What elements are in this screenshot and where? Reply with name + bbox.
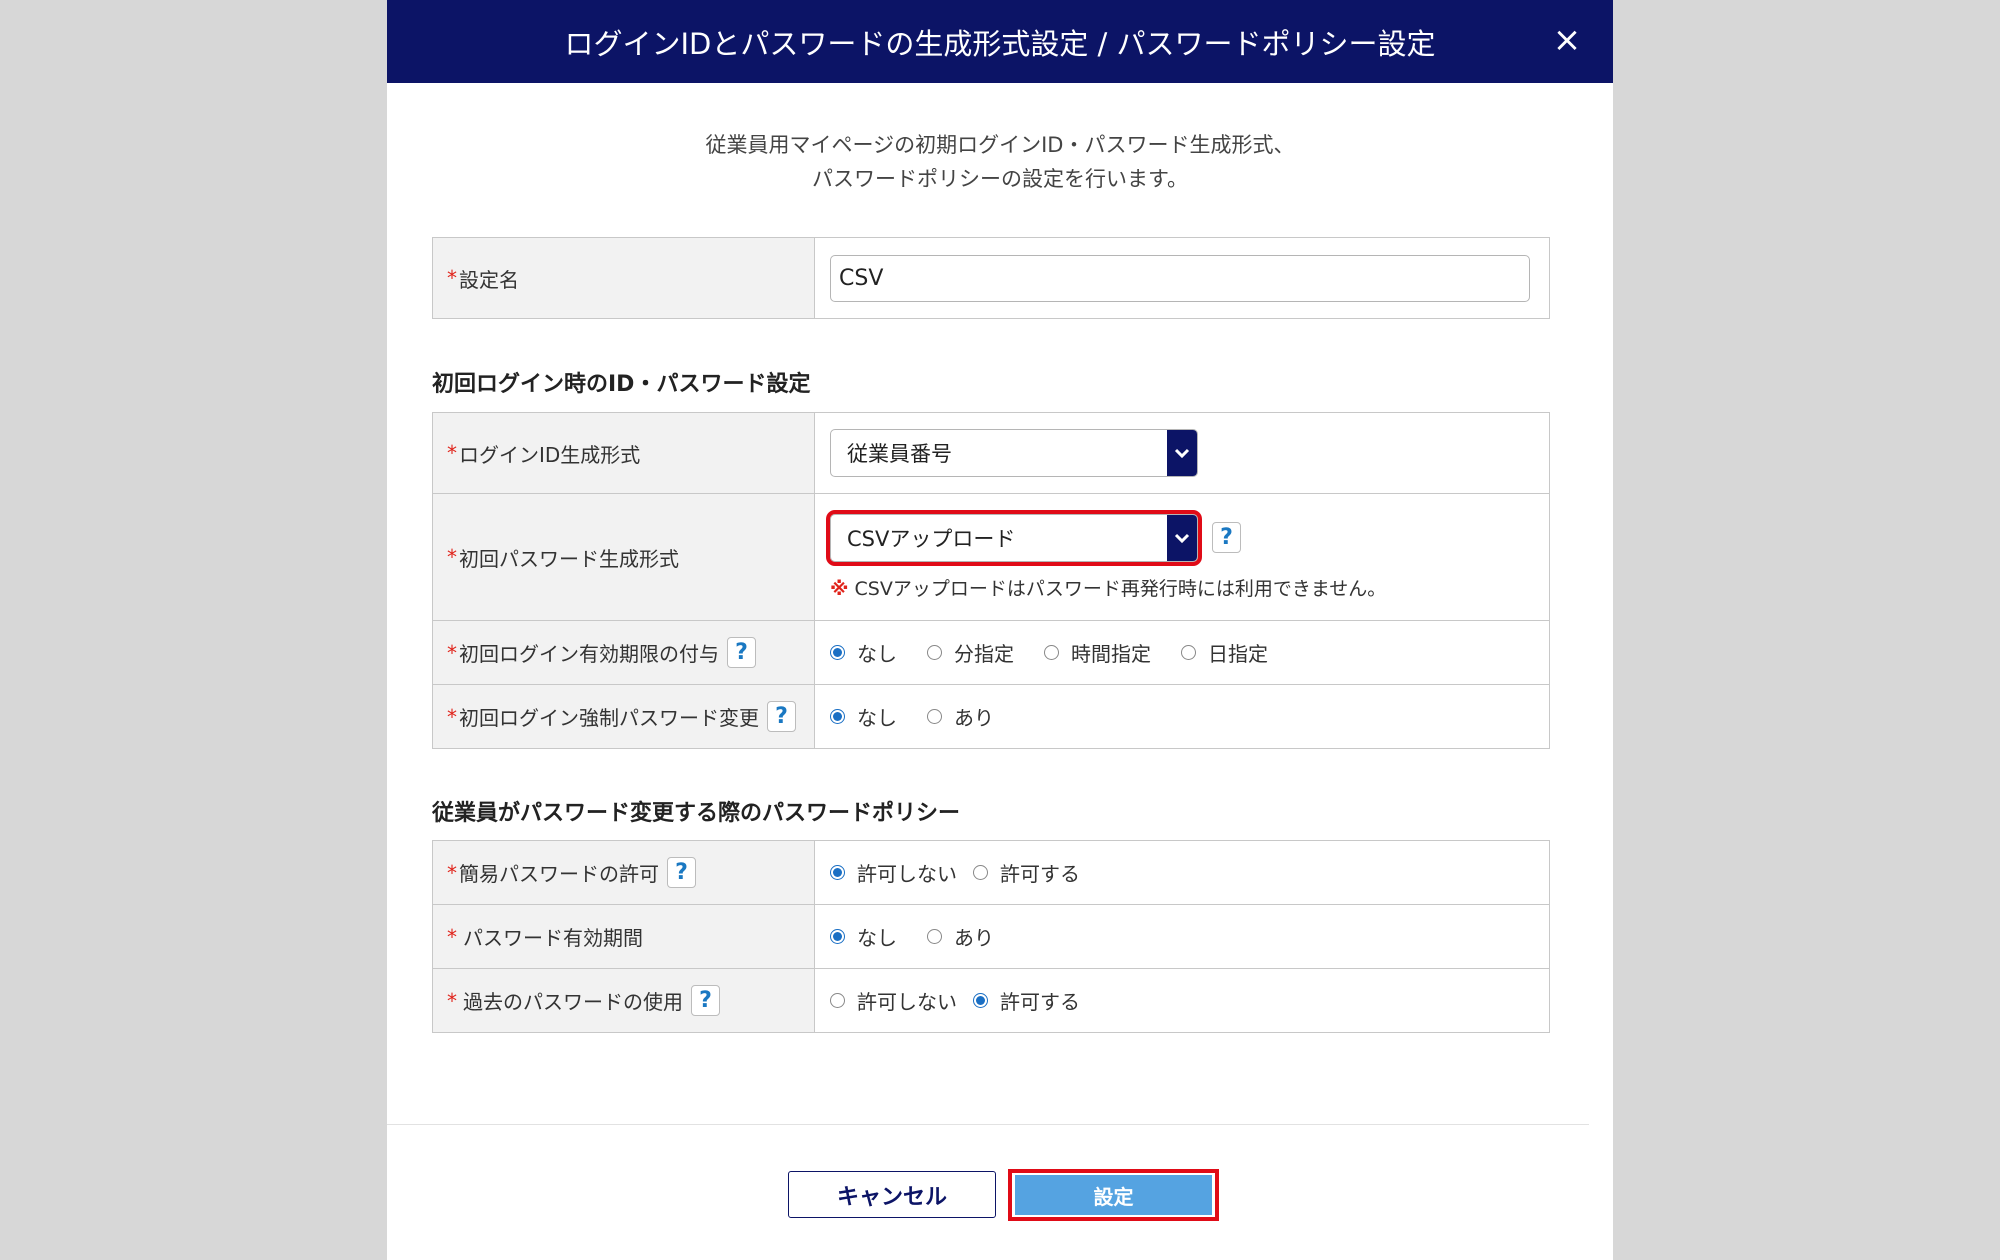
force-change-options: なし あり	[815, 685, 1549, 748]
force-change-row: * 初回ログイン強制パスワード変更 ? なし あり	[433, 684, 1549, 748]
intro-text: 従業員用マイページの初期ログインID・パスワード生成形式、 パスワードポリシーの…	[387, 128, 1613, 196]
login-expiry-label: * 初回ログイン有効期限の付与 ?	[433, 621, 815, 684]
past-password-row: * 過去のパスワードの使用 ? 許可しない 許可する	[433, 968, 1549, 1032]
modal-header: ログインIDとパスワードの生成形式設定 / パスワードポリシー設定 ×	[387, 0, 1613, 83]
radio-past-password-allow[interactable]: 許可する	[973, 986, 1080, 1015]
login-id-format-row: * ログインID生成形式 従業員番号	[433, 413, 1549, 493]
initial-password-format-label: * 初回パスワード生成形式	[433, 494, 815, 620]
close-icon[interactable]: ×	[1549, 22, 1585, 58]
help-icon[interactable]: ?	[1212, 522, 1241, 553]
footer-divider	[387, 1124, 1589, 1125]
login-expiry-row: * 初回ログイン有効期限の付与 ? なし 分指定 時間指定 日指定	[433, 620, 1549, 684]
radio-login-expiry-none[interactable]: なし	[830, 638, 897, 667]
setting-name-cell	[815, 238, 1549, 318]
chevron-down-icon	[1167, 514, 1197, 561]
password-policy-table: * 簡易パスワードの許可 ? 許可しない 許可する * パスワード有効期間 なし…	[432, 840, 1550, 1033]
force-change-label: * 初回ログイン強制パスワード変更 ?	[433, 685, 815, 748]
password-expiry-row: * パスワード有効期間 なし あり	[433, 904, 1549, 968]
radio-login-expiry-minutes[interactable]: 分指定	[927, 638, 1014, 667]
radio-login-expiry-hours[interactable]: 時間指定	[1044, 638, 1151, 667]
radio-password-expiry-yes[interactable]: あり	[927, 922, 994, 951]
radio-password-expiry-none[interactable]: なし	[830, 922, 897, 951]
settings-modal: ログインIDとパスワードの生成形式設定 / パスワードポリシー設定 × 従業員用…	[387, 0, 1613, 1260]
login-id-format-select[interactable]: 従業員番号	[830, 429, 1198, 477]
setting-name-row: * 設定名	[433, 238, 1549, 318]
simple-password-label: * 簡易パスワードの許可 ?	[433, 841, 815, 904]
intro-line-2: パスワードポリシーの設定を行います。	[812, 167, 1188, 191]
past-password-options: 許可しない 許可する	[815, 969, 1549, 1032]
section-title-password-policy: 従業員がパスワード変更する際のパスワードポリシー	[432, 801, 961, 826]
required-mark: *	[447, 266, 457, 290]
radio-force-change-none[interactable]: なし	[830, 702, 897, 731]
simple-password-options: 許可しない 許可する	[815, 841, 1549, 904]
past-password-label: * 過去のパスワードの使用 ?	[433, 969, 815, 1032]
warning-mark: ※	[830, 577, 849, 600]
help-icon[interactable]: ?	[727, 637, 756, 668]
password-expiry-options: なし あり	[815, 905, 1549, 968]
initial-password-format-row: * 初回パスワード生成形式 CSVアップロード ? ※ CSVアップロードはパス…	[433, 493, 1549, 620]
chevron-down-icon	[1167, 430, 1197, 476]
initial-password-format-select[interactable]: CSVアップロード	[826, 509, 1202, 566]
section-title-initial-login: 初回ログイン時のID・パスワード設定	[432, 372, 811, 397]
setting-name-table: * 設定名	[432, 237, 1550, 319]
help-icon[interactable]: ?	[691, 985, 720, 1016]
radio-simple-password-deny[interactable]: 許可しない	[830, 858, 957, 887]
setting-name-label: * 設定名	[433, 238, 815, 318]
help-icon[interactable]: ?	[667, 857, 696, 888]
radio-past-password-deny[interactable]: 許可しない	[830, 986, 957, 1015]
setting-name-input[interactable]	[830, 254, 1530, 302]
help-icon[interactable]: ?	[767, 701, 796, 732]
modal-title: ログインIDとパスワードの生成形式設定 / パスワードポリシー設定	[564, 26, 1436, 61]
login-expiry-options: なし 分指定 時間指定 日指定	[815, 621, 1549, 684]
csv-warning-note: ※ CSVアップロードはパスワード再発行時には利用できません。	[830, 577, 1387, 600]
radio-force-change-yes[interactable]: あり	[927, 702, 994, 731]
submit-button-label: 設定	[1015, 1175, 1212, 1215]
password-expiry-label: * パスワード有効期間	[433, 905, 815, 968]
radio-simple-password-allow[interactable]: 許可する	[973, 858, 1080, 887]
initial-login-table: * ログインID生成形式 従業員番号 * 初回パスワード生成形式 CSVアップロ…	[432, 412, 1550, 749]
radio-login-expiry-days[interactable]: 日指定	[1181, 638, 1268, 667]
cancel-button[interactable]: キャンセル	[788, 1171, 996, 1218]
submit-button[interactable]: 設定	[1008, 1169, 1219, 1221]
intro-line-1: 従業員用マイページの初期ログインID・パスワード生成形式、	[705, 133, 1295, 157]
login-id-format-label: * ログインID生成形式	[433, 413, 815, 493]
simple-password-row: * 簡易パスワードの許可 ? 許可しない 許可する	[433, 841, 1549, 904]
